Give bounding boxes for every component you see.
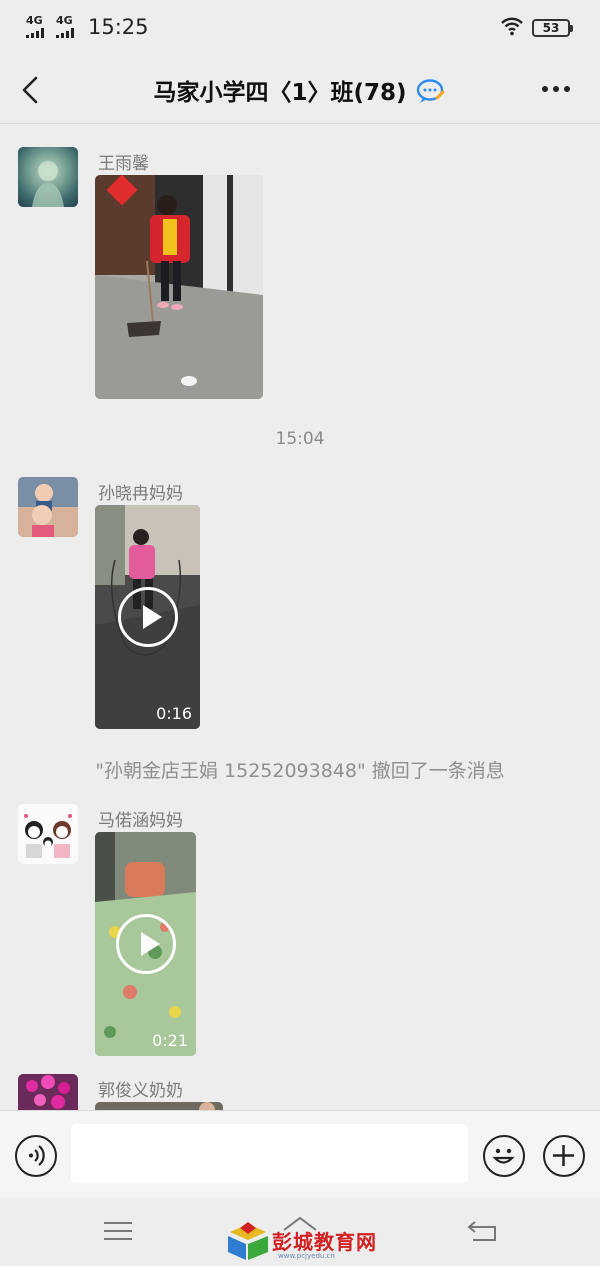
plus-icon[interactable]	[543, 1135, 585, 1177]
voice-icon[interactable]	[15, 1135, 57, 1177]
back-arrow-icon[interactable]	[465, 1216, 501, 1246]
emoji-icon[interactable]	[483, 1135, 525, 1177]
chat-message: 孙晓冉妈妈 0:16	[0, 477, 600, 729]
sender-name: 郭俊义奶奶	[98, 1081, 183, 1101]
group-chat-icon[interactable]	[415, 77, 447, 105]
watermark-text: 彭城教育网	[272, 1230, 377, 1254]
sender-name: 孙晓冉妈妈	[98, 484, 183, 504]
chat-title: 马家小学四〈1〉班(78)	[0, 73, 600, 107]
video-duration: 0:21	[152, 1031, 188, 1050]
sender-name: 王雨馨	[98, 154, 149, 174]
chat-header: 马家小学四〈1〉班(78)	[0, 56, 600, 124]
menu-icon[interactable]	[100, 1216, 136, 1246]
video-message[interactable]: 0:21	[95, 832, 196, 1056]
message-input-bar	[0, 1110, 600, 1198]
status-time: 15:25	[88, 15, 149, 39]
signal-1-label: 4G	[26, 14, 43, 27]
avatar[interactable]	[18, 147, 78, 207]
chat-message: 郭俊义奶奶	[0, 1074, 600, 1110]
signal-2-indicator: 4G	[56, 14, 74, 38]
more-dots-icon[interactable]	[542, 86, 572, 94]
recall-notice: "孙朝金店王娟 15252093848" 撤回了一条消息	[95, 760, 505, 782]
chat-message: 马偌涵妈妈 0:21	[0, 804, 600, 1056]
signal-2-label: 4G	[56, 14, 73, 27]
signal-bars-icon	[26, 28, 44, 38]
time-separator: 15:04	[275, 429, 325, 449]
watermark-url: www.pcjyedu.cn	[278, 1252, 335, 1260]
video-duration: 0:16	[156, 704, 192, 723]
avatar[interactable]	[18, 477, 78, 537]
status-bar: 4G 4G 15:25 53	[0, 0, 600, 56]
chat-title-text: 马家小学四〈1〉班(78)	[153, 80, 407, 106]
chat-message: 王雨馨	[0, 147, 600, 402]
image-message[interactable]	[95, 1102, 223, 1110]
sender-name: 马偌涵妈妈	[98, 811, 183, 831]
message-input[interactable]	[71, 1124, 468, 1183]
photo-thumbnail	[95, 175, 263, 399]
video-message[interactable]: 0:16	[95, 505, 200, 729]
avatar[interactable]	[18, 804, 78, 864]
battery-indicator: 53	[532, 19, 573, 37]
watermark-logo-icon	[228, 1222, 268, 1260]
photo-thumbnail	[95, 1102, 223, 1110]
signal-bars-icon	[56, 28, 74, 38]
image-message[interactable]	[95, 175, 263, 399]
system-nav-bar: 彭城教育网 www.pcjyedu.cn	[0, 1198, 600, 1266]
play-icon[interactable]	[117, 587, 178, 647]
wifi-icon	[501, 17, 523, 36]
watermark: 彭城教育网 www.pcjyedu.cn	[226, 1220, 386, 1260]
signal-1-indicator: 4G	[26, 14, 44, 38]
play-icon[interactable]	[115, 914, 176, 974]
avatar[interactable]	[18, 1074, 78, 1110]
